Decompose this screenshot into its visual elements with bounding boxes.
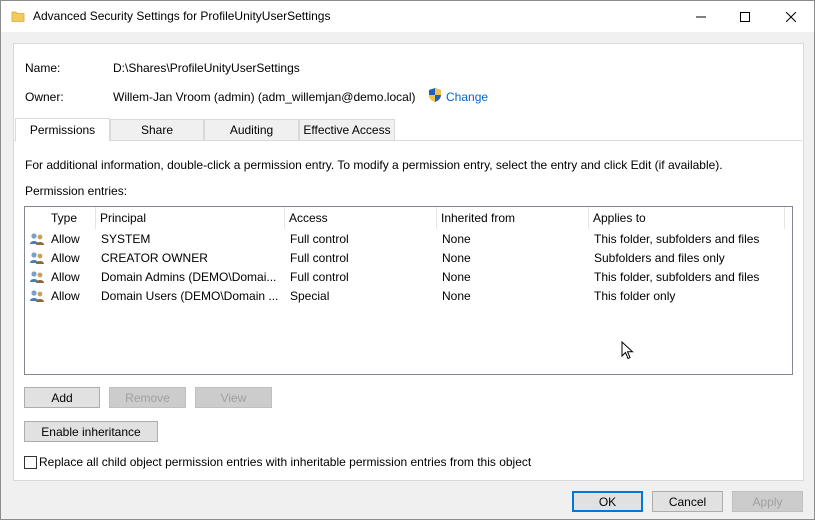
tab-effective-access[interactable]: Effective Access [299, 119, 395, 140]
row-type: Allow [51, 270, 80, 284]
row-type: Allow [51, 289, 80, 303]
users-group-icon [29, 250, 45, 269]
owner-label: Owner: [25, 90, 64, 104]
users-group-icon [29, 269, 45, 288]
uac-shield-icon [427, 87, 443, 103]
maximize-button[interactable] [722, 1, 768, 32]
mouse-cursor-icon [621, 340, 635, 361]
column-header-inherited-from[interactable]: Inherited from [437, 207, 589, 229]
column-header-applies-to[interactable]: Applies to [589, 207, 785, 229]
close-icon [786, 11, 796, 22]
row-applies-to: Subfolders and files only [594, 251, 725, 265]
row-inherited-from: None [442, 270, 471, 284]
row-applies-to: This folder, subfolders and files [594, 232, 760, 246]
ok-button[interactable]: OK [572, 491, 643, 512]
enable-inheritance-button[interactable]: Enable inheritance [24, 421, 158, 442]
tab-label: Permissions [29, 123, 96, 137]
row-principal: Domain Admins (DEMO\Domai... [101, 270, 277, 284]
row-principal: CREATOR OWNER [101, 251, 208, 265]
remove-button[interactable]: Remove [109, 387, 186, 408]
tab-label: Share [140, 123, 174, 137]
tab-label: Auditing [229, 123, 274, 137]
maximize-icon [740, 11, 750, 22]
users-group-icon [29, 231, 45, 250]
name-value: D:\Shares\ProfileUnityUserSettings [113, 61, 300, 75]
row-principal: Domain Users (DEMO\Domain ... [101, 289, 279, 303]
name-label: Name: [25, 61, 61, 75]
row-access: Full control [290, 270, 349, 284]
row-applies-to: This folder only [594, 289, 676, 303]
tab-label: Effective Access [303, 123, 391, 137]
table-row[interactable]: Allow Domain Admins (DEMO\Domai... Full … [25, 268, 792, 287]
title-bar[interactable]: Advanced Security Settings for ProfileUn… [1, 1, 814, 32]
row-access: Full control [290, 232, 349, 246]
minimize-icon [696, 16, 706, 17]
row-access: Full control [290, 251, 349, 265]
table-row[interactable]: Allow Domain Users (DEMO\Domain ... Spec… [25, 287, 792, 306]
column-header-principal[interactable]: Principal [96, 207, 285, 229]
row-inherited-from: None [442, 251, 471, 265]
users-group-icon [29, 288, 45, 307]
view-button[interactable]: View [195, 387, 272, 408]
row-inherited-from: None [442, 232, 471, 246]
row-type: Allow [51, 232, 80, 246]
apply-button[interactable]: Apply [732, 491, 803, 512]
row-principal: SYSTEM [101, 232, 151, 246]
row-inherited-from: None [442, 289, 471, 303]
folder-icon [11, 9, 25, 23]
dialog-window: Advanced Security Settings for ProfileUn… [0, 0, 815, 520]
tab-strip-line [13, 140, 802, 141]
replace-child-permissions-label[interactable]: Replace all child object permission entr… [39, 455, 531, 469]
table-row[interactable]: Allow SYSTEM Full control None This fold… [25, 230, 792, 249]
cancel-button[interactable]: Cancel [652, 491, 723, 512]
permission-entries-label: Permission entries: [25, 184, 128, 198]
permission-entries-list[interactable]: Type Principal Access Inherited from App… [24, 206, 793, 375]
replace-child-permissions-checkbox[interactable] [24, 456, 37, 469]
tab-permissions[interactable]: Permissions [15, 118, 110, 141]
tab-share[interactable]: Share [110, 119, 204, 140]
owner-value: Willem-Jan Vroom (admin) (adm_willemjan@… [113, 90, 416, 104]
column-header-access[interactable]: Access [285, 207, 437, 229]
row-applies-to: This folder, subfolders and files [594, 270, 760, 284]
minimize-button[interactable] [678, 1, 724, 32]
close-button[interactable] [768, 1, 814, 32]
change-owner-link[interactable]: Change [446, 90, 488, 104]
column-header-type[interactable]: Type [47, 207, 96, 229]
row-type: Allow [51, 251, 80, 265]
tab-auditing[interactable]: Auditing [204, 119, 299, 140]
table-row[interactable]: Allow CREATOR OWNER Full control None Su… [25, 249, 792, 268]
row-access: Special [290, 289, 330, 303]
window-title: Advanced Security Settings for ProfileUn… [33, 9, 331, 23]
add-button[interactable]: Add [24, 387, 100, 408]
info-text: For additional information, double-click… [25, 158, 723, 172]
